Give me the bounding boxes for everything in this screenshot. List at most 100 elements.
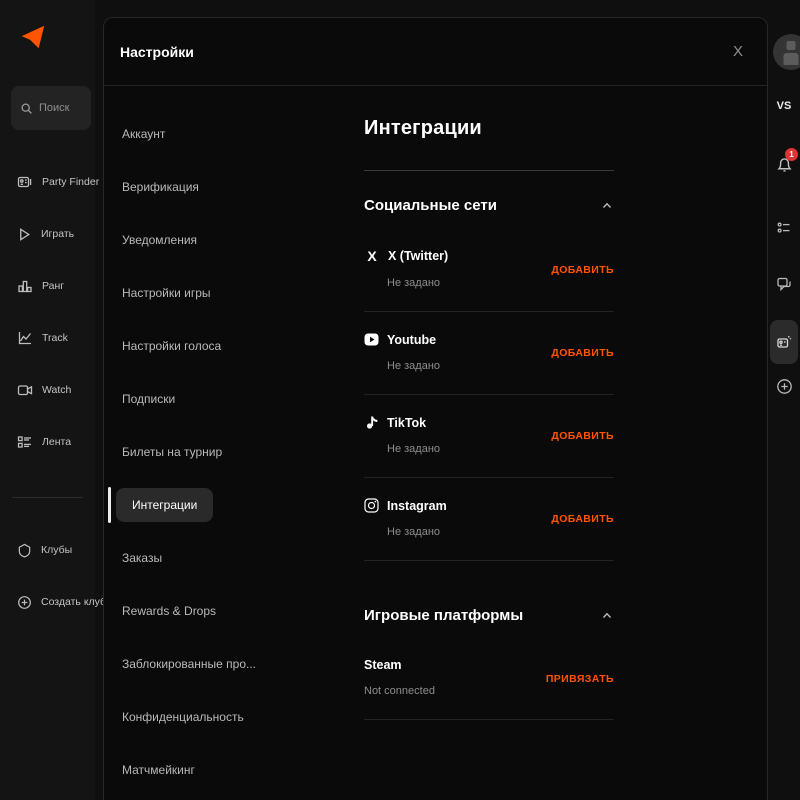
instagram-icon — [364, 498, 379, 513]
menu-item-integrations[interactable]: Интеграции — [104, 478, 354, 531]
app-logo-icon[interactable] — [18, 22, 48, 52]
sidebar-item-label: Track — [42, 332, 68, 344]
party-finder-icon — [17, 174, 33, 190]
menu-item-label: Уведомления — [122, 233, 197, 247]
menu-item-game-settings[interactable]: Настройки игры — [104, 266, 354, 319]
section-header: Игровые платформы — [364, 607, 614, 624]
search-box[interactable] — [11, 86, 91, 130]
modal-title: Настройки — [120, 44, 194, 60]
social-rows: X X (Twitter) Не задано ДОБАВИТЬ Youtube — [364, 228, 614, 561]
party-icon — [776, 334, 792, 350]
play-icon — [17, 227, 32, 242]
menu-item-tournament-tickets[interactable]: Билеты на турнир — [104, 425, 354, 478]
leaderboard-icon — [776, 220, 792, 236]
menu-item-blocked-profiles[interactable]: Заблокированные про... — [104, 637, 354, 690]
menu-item-account[interactable]: Аккаунт — [104, 107, 354, 160]
integration-status: Не задано — [387, 277, 614, 289]
add-button[interactable]: ДОБАВИТЬ — [551, 347, 614, 359]
notification-badge: 1 — [785, 148, 798, 161]
menu-item-label: Билеты на турнир — [122, 445, 222, 459]
avatar[interactable] — [773, 34, 800, 70]
menu-item-privacy[interactable]: Конфиденциальность — [104, 690, 354, 743]
sidebar-item-party-finder[interactable]: Party Finder — [0, 156, 95, 208]
platform-rows: Steam Not connected ПРИВЯЗАТЬ — [364, 638, 614, 720]
feed-icon — [17, 434, 33, 450]
chevron-up-icon[interactable] — [600, 610, 614, 621]
sidebar-divider — [12, 497, 83, 498]
section-title: Игровые платформы — [364, 607, 523, 624]
avatar-body — [784, 53, 799, 65]
section-title: Социальные сети — [364, 197, 497, 214]
chat-button[interactable] — [768, 276, 800, 292]
menu-item-notifications[interactable]: Уведомления — [104, 213, 354, 266]
section-header: Социальные сети — [364, 197, 614, 214]
party-panel-button[interactable] — [770, 320, 798, 364]
add-button[interactable]: ДОБАВИТЬ — [551, 264, 614, 276]
youtube-icon — [364, 332, 379, 347]
sidebar-item-play[interactable]: Играть — [0, 208, 95, 260]
sidebar-item-label: Ранг — [42, 280, 64, 292]
sidebar-item-label: Party Finder — [42, 176, 99, 188]
close-icon[interactable]: X — [729, 40, 747, 63]
menu-item-subscriptions[interactable]: Подписки — [104, 372, 354, 425]
menu-item-voice-settings[interactable]: Настройки голоса — [104, 319, 354, 372]
menu-item-orders[interactable]: Заказы — [104, 531, 354, 584]
menu-item-label: Интеграции — [116, 488, 213, 522]
chat-icon — [776, 276, 792, 292]
sidebar-item-track[interactable]: Track — [0, 312, 95, 364]
sidebar-item-clubs[interactable]: Клубы — [0, 524, 95, 576]
section-game-platforms: Игровые платформы Steam Not connected ПР… — [364, 607, 614, 720]
menu-item-label: Аккаунт — [122, 127, 165, 141]
row-title: Steam — [364, 658, 614, 672]
menu-item-label: Настройки голоса — [122, 339, 221, 353]
row-title: Youtube — [364, 332, 614, 347]
plus-circle-icon — [776, 378, 793, 395]
settings-modal: Настройки X Аккаунт Верификация Уведомле… — [103, 17, 768, 800]
sidebar-item-label: Играть — [41, 228, 74, 240]
notifications-button[interactable]: 1 — [768, 156, 800, 173]
watch-icon — [17, 382, 33, 398]
sidebar-nav-bottom: Клубы Создать клуб — [0, 524, 95, 628]
sidebar-item-feed[interactable]: Лента — [0, 416, 95, 468]
clubs-icon — [17, 543, 32, 558]
menu-item-label: Настройки игры — [122, 286, 211, 300]
integration-status: Не задано — [387, 443, 614, 455]
add-button-rail[interactable] — [768, 378, 800, 395]
search-input[interactable] — [39, 102, 82, 114]
integration-row-steam: Steam Not connected ПРИВЯЗАТЬ — [364, 638, 614, 720]
add-button[interactable]: ДОБАВИТЬ — [551, 513, 614, 525]
section-social-networks: Социальные сети X X (Twitter) Не задано … — [364, 197, 614, 561]
menu-item-label: Конфиденциальность — [122, 710, 244, 724]
menu-item-label: Заказы — [122, 551, 162, 565]
sidebar-item-rank[interactable]: Ранг — [0, 260, 95, 312]
integration-row-youtube: Youtube Не задано ДОБАВИТЬ — [364, 312, 614, 395]
page-title: Интеграции — [364, 117, 614, 140]
integration-name: Instagram — [387, 499, 447, 513]
right-rail: VS 1 — [768, 0, 800, 800]
integration-row-tiktok: TikTok Не задано ДОБАВИТЬ — [364, 395, 614, 478]
menu-item-label: Матчмейкинг — [122, 763, 195, 777]
integration-name: X (Twitter) — [388, 249, 448, 263]
sidebar-item-create-club[interactable]: Создать клуб — [0, 576, 95, 628]
integration-status: Не задано — [387, 360, 614, 372]
row-title: TikTok — [364, 415, 614, 430]
sidebar-item-watch[interactable]: Watch — [0, 364, 95, 416]
link-button[interactable]: ПРИВЯЗАТЬ — [546, 673, 614, 685]
chevron-up-icon[interactable] — [600, 200, 614, 211]
add-button[interactable]: ДОБАВИТЬ — [551, 430, 614, 442]
integration-status: Не задано — [387, 526, 614, 538]
menu-item-rewards-drops[interactable]: Rewards & Drops — [104, 584, 354, 637]
sidebar-item-label: Watch — [42, 384, 71, 396]
menu-item-matchmaking[interactable]: Матчмейкинг — [104, 743, 354, 796]
sidebar-item-label: Клубы — [41, 544, 72, 556]
integration-name: TikTok — [387, 416, 426, 430]
leaderboard-button[interactable] — [768, 220, 800, 236]
vs-button[interactable]: VS — [768, 100, 800, 112]
create-club-icon — [17, 595, 32, 610]
tiktok-icon — [364, 415, 379, 430]
integration-name: Youtube — [387, 333, 436, 347]
menu-item-label: Заблокированные про... — [122, 657, 256, 671]
sidebar-item-label: Лента — [42, 436, 71, 448]
menu-item-verification[interactable]: Верификация — [104, 160, 354, 213]
menu-item-label: Подписки — [122, 392, 175, 406]
